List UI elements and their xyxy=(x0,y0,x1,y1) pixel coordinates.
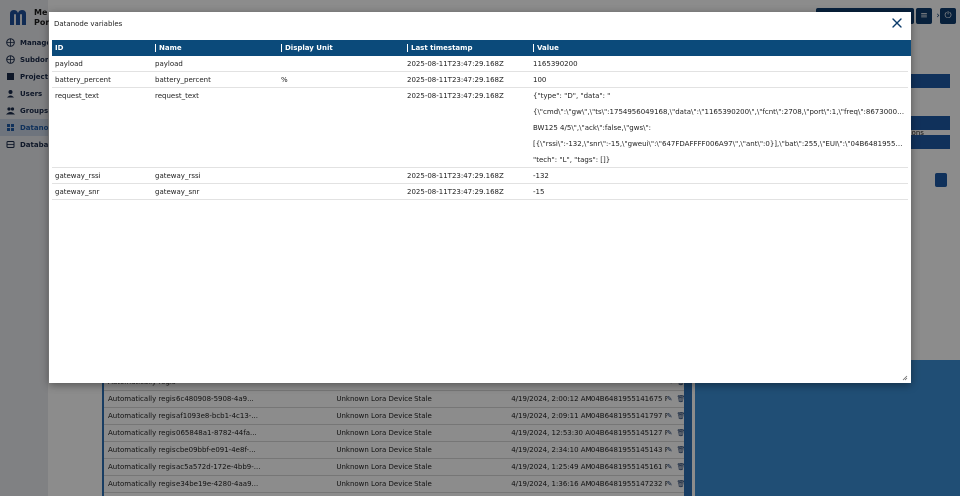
value-lines: -132 xyxy=(533,172,908,180)
value-line: -132 xyxy=(533,171,549,180)
datanode-variables-modal: Datanode variables ID Name Display Unit … xyxy=(49,12,911,383)
value-lines: 100 xyxy=(533,76,908,84)
cell-id: request_text xyxy=(55,92,99,100)
table-row[interactable]: gateway_snr gateway_snr 2025-08-11T23:47:2… xyxy=(52,184,908,200)
cell-last-timestamp: 2025-08-11T23:47:29.168Z xyxy=(407,92,504,100)
column-separator xyxy=(281,44,282,52)
table-row[interactable]: gateway_rssi gateway_rssi 2025-08-11T23:47… xyxy=(52,168,908,184)
cell-id: battery_percent xyxy=(55,75,111,84)
cell-name: payload xyxy=(155,59,183,68)
variables-table: ID Name Display Unit Last timestamp Valu… xyxy=(52,40,908,200)
modal-header: Datanode variables xyxy=(49,12,911,36)
column-header-label: Value xyxy=(537,44,559,52)
cell-last-timestamp: 2025-08-11T23:47:29.168Z xyxy=(407,59,504,68)
column-separator xyxy=(155,44,156,52)
value-lines: -15 xyxy=(533,188,908,196)
column-separator xyxy=(407,44,408,52)
value-line: {\"cmd\":\"gw\",\"ts\":1754956049168,\"d… xyxy=(533,108,905,116)
column-header-id[interactable]: ID xyxy=(52,44,152,52)
column-header-display-unit[interactable]: Display Unit xyxy=(278,44,404,52)
cell-last-timestamp: 2025-08-11T23:47:29.168Z xyxy=(407,171,504,180)
value-line: "tech": "L", "tags": []} xyxy=(533,156,611,164)
table-row[interactable]: payload payload 2025-08-11T23:47:29.168Z 11… xyxy=(52,56,908,72)
cell-name: battery_percent xyxy=(155,75,211,84)
value-line: -15 xyxy=(533,187,545,196)
cell-id: gateway_snr xyxy=(55,187,100,196)
cell-name: gateway_snr xyxy=(155,187,200,196)
table-header: ID Name Display Unit Last timestamp Valu… xyxy=(52,40,908,56)
modal-title: Datanode variables xyxy=(54,20,123,28)
value-line: 1165390200 xyxy=(533,59,578,68)
cell-value: {"type": "D", "data": " {\"cmd\":\"gw\",\… xyxy=(530,88,908,167)
cell-value: 100 xyxy=(530,76,908,84)
value-line: BW125 4/5\",\"ack\":false,\"gws\": xyxy=(533,124,652,132)
table-row[interactable]: battery_percent battery_percent% 2025-08-1… xyxy=(52,72,908,88)
cell-id: gateway_rssi xyxy=(55,171,101,180)
column-header-label: Display Unit xyxy=(285,44,333,52)
value-line: {"type": "D", "data": " xyxy=(533,92,611,100)
column-header-label: Name xyxy=(159,44,182,52)
cell-last-timestamp: 2025-08-11T23:47:29.168Z xyxy=(407,187,504,196)
cell-id: payload xyxy=(55,59,83,68)
column-header-name[interactable]: Name xyxy=(152,44,278,52)
value-lines: {"type": "D", "data": " {\"cmd\":\"gw\",\… xyxy=(533,92,908,167)
value-lines: 1165390200 xyxy=(533,60,908,68)
table-body: payload payload 2025-08-11T23:47:29.168Z 11… xyxy=(52,56,908,200)
cell-last-timestamp: 2025-08-11T23:47:29.168Z xyxy=(407,75,504,84)
cell-value: -15 xyxy=(530,188,908,196)
cell-value: 1165390200 xyxy=(530,60,908,68)
close-icon[interactable] xyxy=(891,17,903,29)
header-scrollbar-stub xyxy=(908,40,911,56)
table-row[interactable]: request_text request_text 2025-08-11T23:47… xyxy=(52,88,908,168)
column-header-label: Last timestamp xyxy=(411,44,473,52)
cell-name: gateway_rssi xyxy=(155,171,201,180)
column-separator xyxy=(533,44,534,52)
column-header-value[interactable]: Value xyxy=(530,44,908,52)
column-header-label: ID xyxy=(55,44,64,52)
cell-display-unit xyxy=(278,88,404,167)
cell-value: -132 xyxy=(530,172,908,180)
value-line: 100 xyxy=(533,75,547,84)
resize-handle-icon[interactable] xyxy=(902,375,908,381)
value-line: [{\"rssi\":-132,\"snr\":-15,\"gweui\":\"… xyxy=(533,140,905,148)
column-header-last-timestamp[interactable]: Last timestamp xyxy=(404,44,530,52)
cell-name: request_text xyxy=(155,92,199,100)
cell-display-unit: % xyxy=(281,75,288,84)
